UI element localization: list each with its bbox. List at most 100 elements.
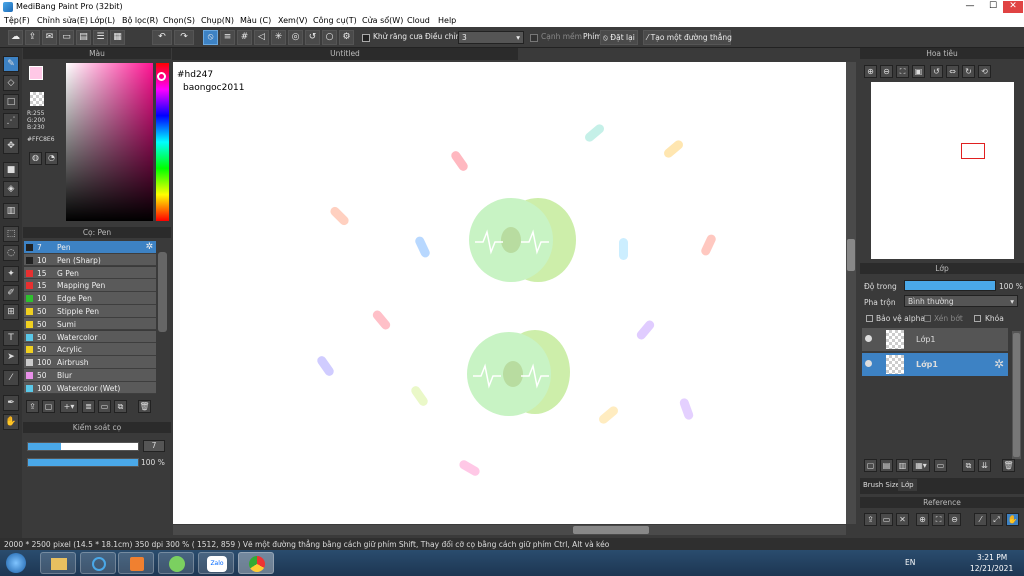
brush-size-value[interactable]: 7 bbox=[143, 440, 165, 452]
internet-explorer-icon[interactable] bbox=[80, 552, 116, 574]
snap-grid-icon[interactable]: # bbox=[237, 30, 252, 45]
panel-icon[interactable]: ▭ bbox=[59, 30, 74, 45]
maximize-button[interactable]: ☐ bbox=[983, 1, 1003, 13]
divide-tool-icon[interactable]: ⊞ bbox=[3, 304, 19, 320]
rectangle-tool-icon[interactable]: □ bbox=[3, 94, 19, 110]
foreground-color-swatch[interactable] bbox=[29, 66, 43, 80]
gear-icon[interactable]: ✲ bbox=[145, 242, 153, 252]
brush-item[interactable]: 50 Blur bbox=[24, 369, 156, 382]
layer-scroll-thumb[interactable] bbox=[1013, 333, 1020, 457]
dot-tool-icon[interactable]: ⋰ bbox=[3, 113, 19, 129]
delete-brush-icon[interactable]: 🗑 bbox=[138, 400, 151, 413]
tab-layer[interactable]: Lớp bbox=[898, 479, 917, 491]
tab-brush-size[interactable]: Brush Size bbox=[863, 481, 900, 489]
start-button[interactable] bbox=[6, 553, 26, 573]
eye-icon[interactable] bbox=[865, 335, 872, 342]
ref-zoom-out-icon[interactable]: ⊖ bbox=[948, 513, 961, 526]
brush-opacity-slider[interactable] bbox=[27, 458, 139, 467]
transparent-swatch[interactable] bbox=[30, 92, 44, 106]
flip-icon[interactable]: ⇔ bbox=[946, 65, 959, 78]
hue-handle[interactable] bbox=[157, 72, 166, 81]
menu-view[interactable]: Xem(V) bbox=[278, 16, 308, 25]
gear-icon[interactable]: ✲ bbox=[994, 357, 1004, 371]
menu-snap[interactable]: Chụp(N) bbox=[201, 16, 234, 25]
snap-parallel-icon[interactable]: ≡ bbox=[220, 30, 235, 45]
operation-tool-icon[interactable]: ➤ bbox=[3, 349, 19, 365]
blend-select[interactable]: Bình thường ▾ bbox=[904, 295, 1018, 307]
menu-window[interactable]: Cửa sổ(W) bbox=[362, 16, 403, 25]
brush-settings-icon[interactable]: ≣ bbox=[82, 400, 95, 413]
menu-cloud[interactable]: Cloud bbox=[407, 16, 430, 25]
ref-expand-icon[interactable]: ⤢ bbox=[990, 513, 1003, 526]
brush-item[interactable]: 15 G Pen bbox=[24, 266, 156, 280]
navigator-viewport-frame[interactable] bbox=[961, 143, 985, 159]
pen-tool-icon[interactable]: ✒ bbox=[3, 395, 19, 411]
snap-circle-icon[interactable]: ◎ bbox=[288, 30, 303, 45]
eye-icon[interactable] bbox=[865, 360, 872, 367]
protect-alpha-checkbox[interactable] bbox=[866, 315, 873, 322]
brush-item[interactable]: 50 Sumi bbox=[24, 317, 156, 331]
zalo-icon[interactable]: Zalo bbox=[198, 552, 234, 574]
layer-row[interactable]: Lớp1 bbox=[862, 328, 1008, 352]
close-button[interactable]: ✕ bbox=[1003, 1, 1023, 13]
eraser-tool-icon[interactable]: ◇ bbox=[3, 75, 19, 91]
brush-size-slider[interactable] bbox=[27, 442, 139, 451]
snap-off-icon[interactable]: ⦸ bbox=[203, 30, 218, 45]
zoom-in-icon[interactable]: ⊕ bbox=[864, 65, 877, 78]
ref-eyedropper-icon[interactable]: ⁄ bbox=[974, 513, 987, 526]
brush-item[interactable]: 100 Watercolor (Wet) bbox=[24, 381, 156, 395]
snap-curve-icon[interactable]: ↺ bbox=[305, 30, 320, 45]
ref-fit-icon[interactable]: ⛶ bbox=[932, 513, 945, 526]
reset-button[interactable]: ⦸ Đặt lại bbox=[600, 30, 638, 45]
cloud-icon[interactable]: ☁ bbox=[8, 30, 23, 45]
snap-radial-icon[interactable]: ✳ bbox=[271, 30, 286, 45]
brush-item[interactable]: 50 Acrylic bbox=[24, 343, 156, 356]
new-brush-icon[interactable]: ▢ bbox=[42, 400, 55, 413]
bucket-tool-icon[interactable]: ◈ bbox=[3, 181, 19, 197]
new-color-layer-icon[interactable]: ▤ bbox=[880, 459, 893, 472]
ref-hand-icon[interactable]: ✋ bbox=[1006, 513, 1019, 526]
palette-icon[interactable]: ◍ bbox=[29, 152, 42, 165]
menu-filter[interactable]: Bộ lọc(R) bbox=[122, 16, 158, 25]
brush-item-selected[interactable]: 7 Pen ✲ bbox=[24, 241, 156, 254]
horizontal-scroll-thumb[interactable] bbox=[573, 526, 649, 534]
brush-item[interactable]: 50 Watercolor bbox=[24, 330, 156, 344]
add-layer-menu-icon[interactable]: ▦▾ bbox=[912, 459, 930, 472]
brush-item[interactable]: 50 Stipple Pen bbox=[24, 305, 156, 318]
gradient-tool-icon[interactable]: ▥ bbox=[3, 203, 19, 219]
comment-icon[interactable]: ✉ bbox=[42, 30, 57, 45]
grid-icon[interactable]: ▦ bbox=[110, 30, 125, 45]
undo-icon[interactable]: ↶ bbox=[152, 30, 172, 45]
menu-file[interactable]: Tệp(F) bbox=[4, 16, 30, 25]
duplicate-layer-icon[interactable]: ⧉ bbox=[962, 459, 975, 472]
brush-cloud-icon[interactable]: ⇪ bbox=[26, 400, 39, 413]
ref-zoom-in-icon[interactable]: ⊕ bbox=[916, 513, 929, 526]
file-explorer-icon[interactable] bbox=[40, 552, 76, 574]
brush-list-scrollbar[interactable] bbox=[158, 252, 167, 332]
brush-tool-icon[interactable]: ✎ bbox=[3, 56, 19, 72]
eyedropper-icon[interactable]: ⁄ bbox=[3, 370, 19, 386]
navigator-preview[interactable] bbox=[871, 82, 1014, 259]
snap-ellipse-icon[interactable]: ○ bbox=[322, 30, 337, 45]
vertical-scroll-thumb[interactable] bbox=[847, 239, 855, 271]
lasso-tool-icon[interactable]: ◌ bbox=[3, 245, 19, 261]
menu-help[interactable]: Help bbox=[438, 16, 456, 25]
hue-slider[interactable] bbox=[156, 63, 169, 221]
layer-row-selected[interactable]: Lớp1 ✲ bbox=[862, 353, 1008, 377]
ref-close-icon[interactable]: ✕ bbox=[896, 513, 909, 526]
minimize-button[interactable]: — bbox=[960, 1, 980, 13]
export-icon[interactable]: ⇪ bbox=[25, 30, 40, 45]
language-indicator[interactable]: EN bbox=[905, 558, 915, 567]
add-brush-icon[interactable]: +▾ bbox=[60, 400, 78, 413]
layer-scrollbar[interactable] bbox=[1012, 331, 1021, 459]
brush-item[interactable]: 100 Airbrush bbox=[24, 356, 156, 369]
fill-rect-icon[interactable]: ■ bbox=[3, 162, 19, 178]
zoom-out-icon[interactable]: ⊖ bbox=[880, 65, 893, 78]
antialias-checkbox[interactable] bbox=[362, 34, 370, 42]
snap-vanish-icon[interactable]: ◁ bbox=[254, 30, 269, 45]
brush-item[interactable]: 10 Pen (Sharp) bbox=[24, 253, 156, 267]
brush-item[interactable]: 10 Edge Pen bbox=[24, 292, 156, 305]
color-history-icon[interactable]: ◔ bbox=[45, 152, 58, 165]
drawing-canvas[interactable]: #hd247 baongoc2011 bbox=[173, 62, 846, 524]
layout-icon[interactable]: ▤ bbox=[76, 30, 91, 45]
